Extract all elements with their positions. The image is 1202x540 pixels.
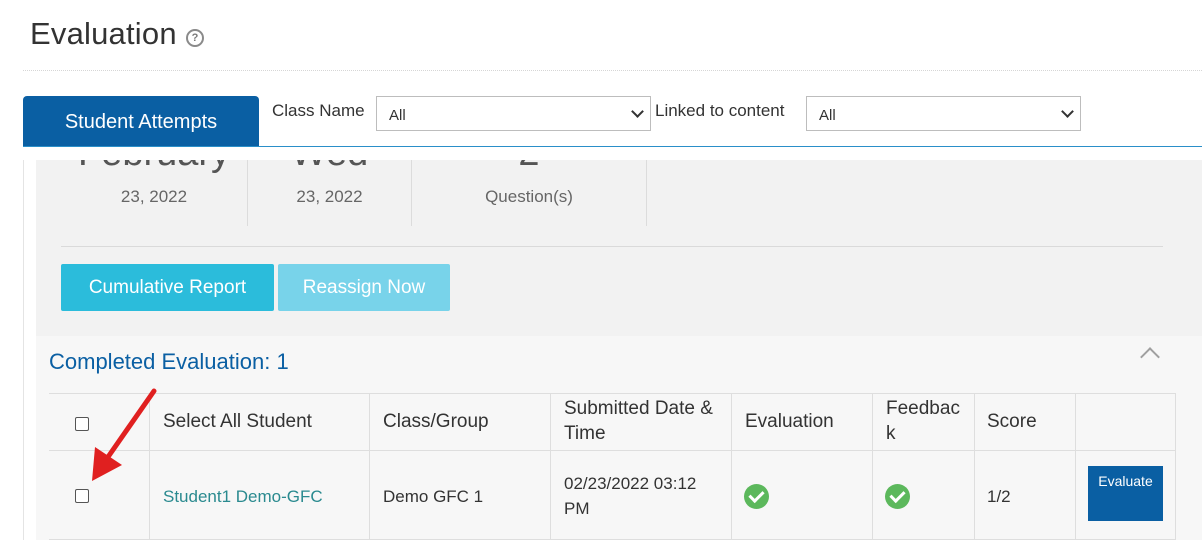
score-cell: 1/2 [987,487,1011,506]
page-title: Evaluation [30,16,177,51]
stat-start-date: February 23, 2022 [61,160,247,226]
header-score: Score [987,411,1037,432]
cumulative-report-button[interactable]: Cumulative Report [61,264,274,311]
header-evaluation: Evaluation [745,411,834,432]
linked-content-selected: All [819,107,836,124]
stat-start-date-small: 23, 2022 [120,187,188,206]
class-name-label: Class Name [272,101,365,120]
stat-end-date-small: 23, 2022 [296,187,363,206]
tab-student-attempts[interactable]: Student Attempts [23,96,259,147]
collapse-chevron-icon[interactable] [1140,347,1160,367]
title-divider [23,70,1202,71]
stat-end-date-big: Wed [248,160,411,175]
class-name-select[interactable]: All [376,96,651,131]
completed-evaluation-section: Completed Evaluation: 1 Select All Stude… [36,336,1202,540]
arrow-head [92,447,122,481]
chevron-down-icon [631,105,644,118]
linked-content-select[interactable]: All [806,96,1081,131]
table-top-border [49,393,1176,394]
header-feedback: Feedbac k [886,398,960,444]
submitted-cell: 02/23/2022 03:12 PM [564,474,697,518]
chevron-down-icon [1061,105,1074,118]
help-icon[interactable]: ? [186,29,204,47]
stat-end-date: Wed 23, 2022 [248,160,411,226]
linked-content-label: Linked to content [655,101,785,120]
section-title: Completed Evaluation: 1 [49,349,289,374]
reassign-now-button[interactable]: Reassign Now [278,264,450,311]
stat-separator [646,160,647,226]
header-class-group: Class/Group [383,411,489,432]
summary-panel: February 23, 2022 Wed 23, 2022 2 Questio… [36,160,1202,336]
class-name-selected: All [389,107,406,124]
student-name-link[interactable]: Student1 Demo-GFC [163,484,323,509]
class-group-cell: Demo GFC 1 [383,487,484,506]
evaluate-button[interactable]: Evaluate [1088,466,1163,521]
content-left-border [23,160,24,540]
stat-questions: 2 Question(s) [412,160,646,226]
evaluation-check-icon [744,484,769,509]
students-table: Select All Student Class/Group Submitted… [49,393,1176,540]
feedback-check-icon [885,484,910,509]
panel-divider [61,246,1163,247]
arrow-shaft [105,388,157,460]
table-row: Student1 Demo-GFC Demo GFC 1 02/23/2022 … [49,451,1176,539]
stat-questions-small: Question(s) [485,187,573,206]
stat-questions-big: 2 [412,160,646,175]
tab-underline [23,146,1202,147]
annotation-arrow [92,388,157,481]
stat-start-date-big: February [61,160,247,175]
header-submitted: Submitted Date & Time [564,398,713,444]
header-select-all: Select All Student [163,411,312,432]
row-checkbox[interactable] [75,489,89,503]
